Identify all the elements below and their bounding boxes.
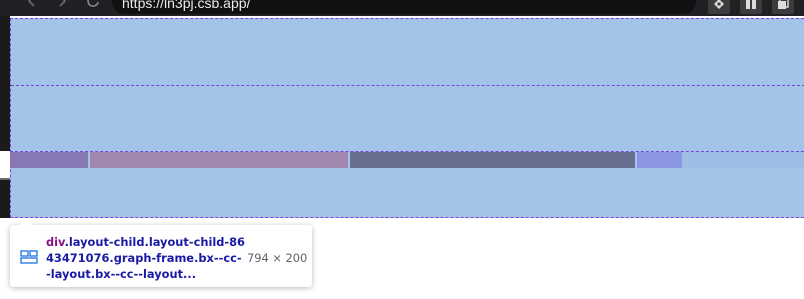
element-selector: div.layout-child.layout-child-8643471076… — [46, 234, 246, 282]
browser-toolbar: https://ln3pj.csb.app/ — [0, 0, 804, 16]
address-bar-url: https://ln3pj.csb.app/ — [122, 0, 251, 11]
stacked-bar — [10, 151, 804, 168]
layout-grid-icon — [20, 249, 38, 268]
bar-segment-4[interactable] — [637, 152, 682, 168]
extensions-icon[interactable] — [708, 0, 730, 14]
element-tag: div — [46, 235, 65, 249]
bar-segment-1[interactable] — [10, 152, 88, 168]
tooltip-arrow — [20, 219, 32, 225]
forward-arrow-icon[interactable] — [56, 0, 68, 12]
graph-frame-highlight[interactable] — [10, 18, 804, 218]
page-edge-left — [0, 16, 10, 151]
reload-icon[interactable] — [86, 0, 100, 12]
element-size: 794 × 200 — [247, 251, 308, 265]
window-switch-icon[interactable] — [772, 0, 794, 14]
page-edge-left-lower — [0, 180, 10, 218]
overlay-guide-line — [11, 85, 804, 86]
bar-segment-3[interactable] — [350, 152, 635, 168]
side-panel-icon[interactable] — [740, 0, 762, 14]
bar-segment-2[interactable] — [90, 152, 348, 168]
element-classes: .layout-child.layout-child-8643471076.gr… — [46, 235, 245, 281]
inspect-tooltip: div.layout-child.layout-child-8643471076… — [10, 219, 312, 287]
address-bar[interactable]: https://ln3pj.csb.app/ — [112, 0, 696, 14]
back-arrow-icon[interactable] — [26, 0, 38, 12]
bar-segment-5[interactable] — [682, 152, 804, 168]
